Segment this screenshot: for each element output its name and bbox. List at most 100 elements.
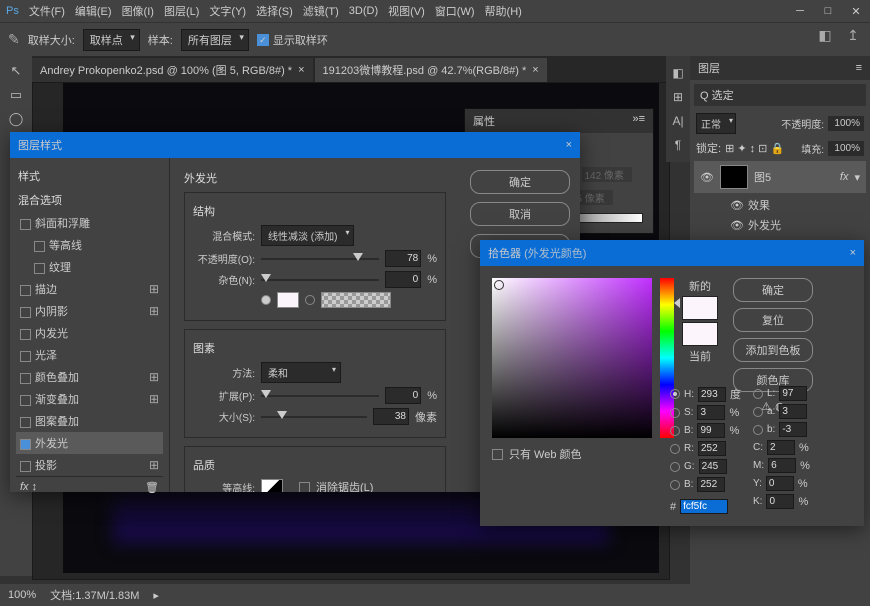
height-input[interactable] [582, 167, 632, 182]
style-item-10[interactable]: 外发光 [16, 432, 163, 454]
menu-help[interactable]: 帮助(H) [485, 3, 522, 19]
tab-doc-2[interactable]: 191203微博教程.psd @ 42.7%(RGB/8#) *× [315, 58, 547, 82]
eye-icon[interactable]: 👁 [730, 199, 744, 212]
menu-layer[interactable]: 图层(L) [164, 3, 199, 19]
l-radio[interactable] [753, 389, 763, 399]
menu-view[interactable]: 视图(V) [388, 3, 425, 19]
bb-input[interactable] [697, 477, 725, 492]
layer-name[interactable]: 图5 [754, 169, 771, 185]
gradient-radio[interactable] [305, 295, 315, 305]
style-item-5[interactable]: 内发光 [16, 322, 163, 344]
opacity-input[interactable]: 78 [385, 250, 421, 267]
cancel-button[interactable]: 取消 [470, 202, 570, 226]
reset-button[interactable]: 复位 [733, 308, 813, 332]
menu-window[interactable]: 窗口(W) [435, 3, 475, 19]
gradient-swatch[interactable] [321, 292, 391, 308]
panel-menu-icon[interactable]: ≡ [856, 62, 862, 74]
fx-menu-icon[interactable]: fx ↕ [20, 481, 37, 494]
antialias-checkbox[interactable] [299, 482, 310, 493]
style-item-6[interactable]: 光泽 [16, 344, 163, 366]
menu-file[interactable]: 文件(F) [29, 3, 65, 19]
close-icon[interactable]: × [850, 247, 856, 259]
m-input[interactable] [768, 458, 796, 473]
a-radio[interactable] [753, 407, 763, 417]
doc-size[interactable]: 文档:1.37M/1.83M [50, 587, 139, 603]
style-item-1[interactable]: 等高线 [16, 234, 163, 256]
panel-menu-icon[interactable]: »≡ [632, 113, 645, 129]
color-radio[interactable] [261, 295, 271, 305]
ok-button[interactable]: 确定 [470, 170, 570, 194]
style-item-11[interactable]: 投影⊞ [16, 454, 163, 476]
visibility-icon[interactable]: 👁 [700, 171, 714, 184]
share-icon[interactable]: ↥ [844, 26, 862, 44]
lab-b-radio[interactable] [753, 425, 763, 435]
blend-mode-select[interactable]: 正常 [696, 113, 736, 134]
menu-select[interactable]: 选择(S) [256, 3, 293, 19]
swatches-panel-icon[interactable]: ⊞ [668, 86, 688, 108]
search-icon[interactable]: ◧ [816, 26, 834, 44]
y-input[interactable] [766, 476, 794, 491]
chevron-down-icon[interactable]: ▾ [854, 171, 860, 184]
h-radio[interactable] [670, 389, 680, 399]
show-ring-checkbox[interactable]: ✓显示取样环 [257, 32, 328, 48]
style-item-9[interactable]: 图案叠加 [16, 410, 163, 432]
blend-options[interactable]: 混合选项 [16, 188, 163, 212]
layer-thumbnail[interactable] [720, 165, 748, 189]
spread-slider[interactable] [261, 390, 379, 402]
menu-filter[interactable]: 滤镜(T) [303, 3, 339, 19]
eyedropper-icon[interactable]: ✎ [8, 31, 20, 48]
a-input[interactable] [779, 404, 807, 419]
menu-edit[interactable]: 编辑(E) [75, 3, 112, 19]
tab-doc-1[interactable]: Andrey Prokopenko2.psd @ 100% (图 5, RGB/… [32, 58, 313, 82]
marquee-tool[interactable]: ▭ [3, 84, 29, 106]
b-input[interactable] [697, 423, 725, 438]
close-icon[interactable]: × [532, 64, 538, 76]
s-radio[interactable] [670, 408, 680, 418]
chevron-icon[interactable]: ▸ [153, 589, 159, 602]
spread-input[interactable]: 0 [385, 387, 421, 404]
r-radio[interactable] [670, 444, 680, 454]
lasso-tool[interactable]: ◯ [3, 108, 29, 130]
layer-row[interactable]: 👁 图5 fx ▾ [694, 161, 866, 193]
h-input[interactable] [698, 387, 726, 402]
color-field[interactable] [492, 278, 652, 438]
b-radio[interactable] [670, 426, 680, 436]
g-radio[interactable] [670, 462, 680, 472]
sample-size-select[interactable]: 取样点 [83, 29, 140, 51]
layer-search[interactable]: Q 选定 [694, 84, 866, 106]
lab-b-input[interactable] [779, 422, 807, 437]
window-maximize[interactable]: □ [814, 0, 842, 22]
technique-select[interactable]: 柔和 [261, 362, 341, 383]
menu-3d[interactable]: 3D(D) [349, 5, 378, 17]
style-item-0[interactable]: 斜面和浮雕 [16, 212, 163, 234]
trash-icon[interactable]: 🗑 [145, 481, 159, 494]
k-input[interactable] [766, 494, 794, 509]
bb-radio[interactable] [670, 480, 680, 490]
fx-badge[interactable]: fx [840, 171, 849, 183]
s-input[interactable] [697, 405, 725, 420]
style-item-7[interactable]: 颜色叠加⊞ [16, 366, 163, 388]
opacity-value[interactable]: 100% [828, 116, 864, 131]
menu-image[interactable]: 图像(I) [122, 3, 154, 19]
opacity-slider[interactable] [261, 253, 379, 265]
move-tool[interactable]: ↖ [3, 60, 29, 82]
menu-text[interactable]: 文字(Y) [209, 3, 246, 19]
lock-icons[interactable]: ⊞ ✦ ↕ ⊡ 🔒 [725, 142, 784, 155]
style-item-8[interactable]: 渐变叠加⊞ [16, 388, 163, 410]
window-minimize[interactable]: ─ [786, 0, 814, 22]
noise-slider[interactable] [261, 274, 379, 286]
g-input[interactable] [699, 459, 727, 474]
zoom-level[interactable]: 100% [8, 589, 36, 601]
fill-value[interactable]: 100% [828, 141, 864, 156]
size-slider[interactable] [261, 411, 367, 423]
style-item-2[interactable]: 纹理 [16, 256, 163, 278]
color-panel-icon[interactable]: ◧ [668, 62, 688, 84]
style-item-4[interactable]: 内阴影⊞ [16, 300, 163, 322]
l-input[interactable] [779, 386, 807, 401]
r-input[interactable] [698, 441, 726, 456]
blendmode-select[interactable]: 线性减淡 (添加) [261, 225, 354, 246]
c-input[interactable] [767, 440, 795, 455]
style-item-3[interactable]: 描边⊞ [16, 278, 163, 300]
contour-picker[interactable] [261, 479, 283, 492]
ok-button[interactable]: 确定 [733, 278, 813, 302]
